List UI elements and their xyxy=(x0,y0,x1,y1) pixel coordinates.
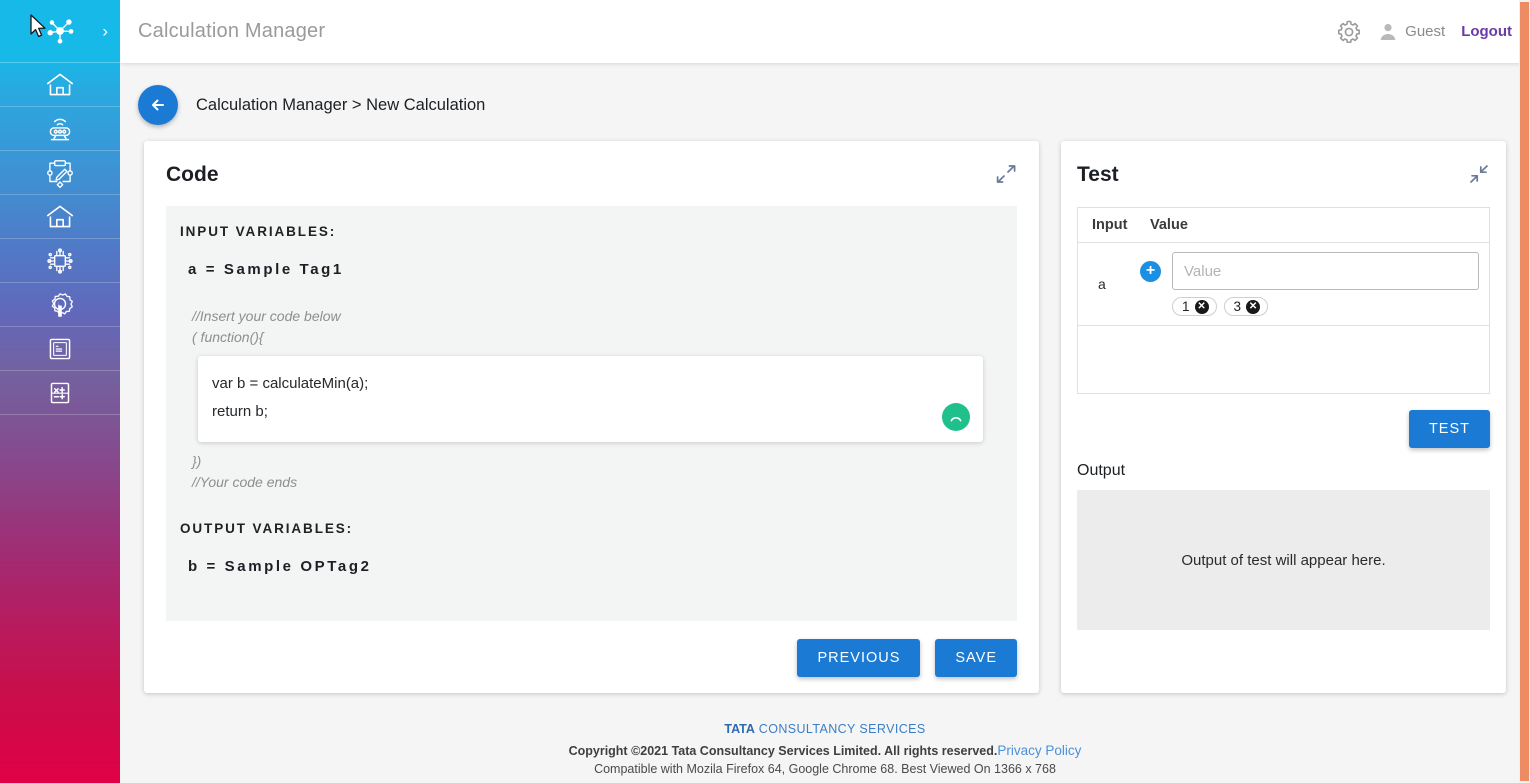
main-area: Calculation Manager Guest Logout Calcula… xyxy=(120,0,1530,783)
column-header-value: Value xyxy=(1150,217,1188,233)
network-molecule-logo-icon xyxy=(43,14,77,48)
sidebar: › xyxy=(0,0,120,783)
panels-row: Code INPUT VARIABLES: a = Sample Tag1 //… xyxy=(120,125,1530,693)
sidebar-item-dashboard[interactable] xyxy=(0,195,120,239)
close-circle-icon[interactable]: ✕ xyxy=(1246,299,1261,314)
previous-button[interactable]: PREVIOUS xyxy=(797,639,921,677)
tcs-brand-logo: TATA CONSULTANCY SERVICES xyxy=(120,722,1530,736)
top-bar: Calculation Manager Guest Logout xyxy=(120,0,1530,63)
column-header-input: Input xyxy=(1092,217,1128,233)
console-terminal-icon xyxy=(43,332,77,366)
back-button[interactable] xyxy=(138,85,178,125)
arrow-left-icon xyxy=(147,94,169,116)
sidebar-item-console[interactable] xyxy=(0,327,120,371)
output-box: Output of test will appear here. xyxy=(1077,490,1490,630)
calculator-icon xyxy=(43,376,77,410)
gear-icon[interactable] xyxy=(1336,19,1362,45)
value-chip[interactable]: 3 ✕ xyxy=(1223,297,1269,316)
code-editor-body: INPUT VARIABLES: a = Sample Tag1 //Inser… xyxy=(166,206,1017,621)
save-button[interactable]: SAVE xyxy=(935,639,1017,677)
sidebar-logo[interactable]: › xyxy=(0,0,120,63)
page-scrollbar[interactable] xyxy=(1519,0,1530,783)
code-line: return b; xyxy=(212,403,268,420)
output-variables-section: OUTPUT VARIABLES: b = Sample OPTag2 xyxy=(174,521,1001,575)
test-panel: Test Input Value a + Value 1 ✕ 3 ✕ TEST … xyxy=(1061,141,1506,693)
plus-icon[interactable]: + xyxy=(1140,260,1161,282)
output-variables-label: OUTPUT VARIABLES: xyxy=(180,521,354,536)
code-comment-bottom-line1: }) xyxy=(192,453,202,469)
breadcrumb-row: Calculation Manager > New Calculation xyxy=(120,63,1530,125)
test-panel-header: Test xyxy=(1077,163,1490,187)
input-variables-label: INPUT VARIABLES: xyxy=(180,224,337,239)
topbar-actions: Guest Logout xyxy=(1336,19,1512,45)
value-input[interactable] xyxy=(1172,252,1479,290)
home-icon xyxy=(43,68,77,102)
iot-device-icon xyxy=(43,112,77,146)
scrollbar-thumb[interactable] xyxy=(1520,2,1529,781)
code-input-editor[interactable]: var b = calculateMin(a); return b; xyxy=(198,356,983,442)
code-panel: Code INPUT VARIABLES: a = Sample Tag1 //… xyxy=(144,141,1039,693)
output-label: Output xyxy=(1077,462,1126,479)
app-root: › Calculation Manager Guest Logout Calcu… xyxy=(0,0,1530,783)
sidebar-item-home[interactable] xyxy=(0,63,120,107)
sidebar-item-processor[interactable] xyxy=(0,239,120,283)
privacy-policy-link[interactable]: Privacy Policy xyxy=(997,743,1081,758)
code-panel-title: Code xyxy=(166,163,219,186)
user-name-label: Guest xyxy=(1405,23,1446,40)
breadcrumb: Calculation Manager > New Calculation xyxy=(196,95,486,114)
test-button[interactable]: TEST xyxy=(1408,410,1490,448)
collapse-arrows-icon[interactable] xyxy=(1468,163,1490,185)
home-icon xyxy=(43,200,77,234)
content-scroll-area: Calculation Manager > New Calculation Co… xyxy=(120,63,1530,783)
code-comment-top-line1: //Insert your code below xyxy=(192,308,341,324)
brand-rest: CONSULTANCY SERVICES xyxy=(754,722,926,736)
value-entry-row: + xyxy=(1140,252,1479,290)
test-panel-title: Test xyxy=(1077,163,1119,186)
copyright-text: Copyright ©2021 Tata Consultancy Service… xyxy=(568,744,998,758)
chip-processor-icon xyxy=(43,244,77,278)
row-value-cell: + 1 ✕ 3 ✕ xyxy=(1140,252,1479,316)
code-panel-actions: PREVIOUS SAVE xyxy=(166,639,1017,677)
value-chip[interactable]: 1 ✕ xyxy=(1172,297,1217,316)
sidebar-expand-chevron-icon[interactable]: › xyxy=(102,23,108,40)
code-comment-bottom-line2: //Your code ends xyxy=(192,474,298,490)
chip-label: 3 xyxy=(1233,299,1242,314)
chip-label: 1 xyxy=(1182,299,1190,314)
row-input-name: a xyxy=(1098,276,1106,292)
sidebar-item-calculation[interactable] xyxy=(0,371,120,415)
code-panel-header: Code xyxy=(166,163,1017,187)
copyright-line: Copyright ©2021 Tata Consultancy Service… xyxy=(120,743,1530,758)
test-input-table: Input Value a + Value 1 ✕ 3 ✕ xyxy=(1077,207,1490,394)
output-variable-line: b = Sample OPTag2 xyxy=(188,558,372,575)
gear-wrench-icon xyxy=(43,288,77,322)
close-circle-icon[interactable]: ✕ xyxy=(1194,299,1209,314)
user-block[interactable]: Guest xyxy=(1378,22,1445,42)
value-chip-list: 1 ✕ 3 ✕ xyxy=(1172,297,1479,316)
code-line: var b = calculateMin(a); xyxy=(212,375,369,392)
code-comment-top-line2: ( function(){ xyxy=(192,329,264,345)
expand-arrows-icon[interactable] xyxy=(995,163,1017,185)
footer: TATA CONSULTANCY SERVICES Copyright ©202… xyxy=(120,709,1530,783)
table-row: a + 1 ✕ xyxy=(1078,243,1489,326)
compatibility-note: Compatible with Mozila Firefox 64, Googl… xyxy=(594,762,1056,776)
brand-bold: TATA xyxy=(724,722,755,736)
page-title: Calculation Manager xyxy=(138,20,326,42)
person-icon xyxy=(1378,22,1398,42)
table-header-row: Input Value xyxy=(1078,208,1489,243)
arc-spinner-icon[interactable] xyxy=(942,403,970,431)
sidebar-item-maintenance[interactable] xyxy=(0,283,120,327)
logout-link[interactable]: Logout xyxy=(1461,23,1512,40)
input-variable-line: a = Sample Tag1 xyxy=(188,261,344,278)
test-button-row: TEST xyxy=(1077,410,1490,448)
sidebar-item-configure[interactable] xyxy=(0,151,120,195)
circuit-edit-icon xyxy=(43,156,77,190)
sidebar-item-devices[interactable] xyxy=(0,107,120,151)
